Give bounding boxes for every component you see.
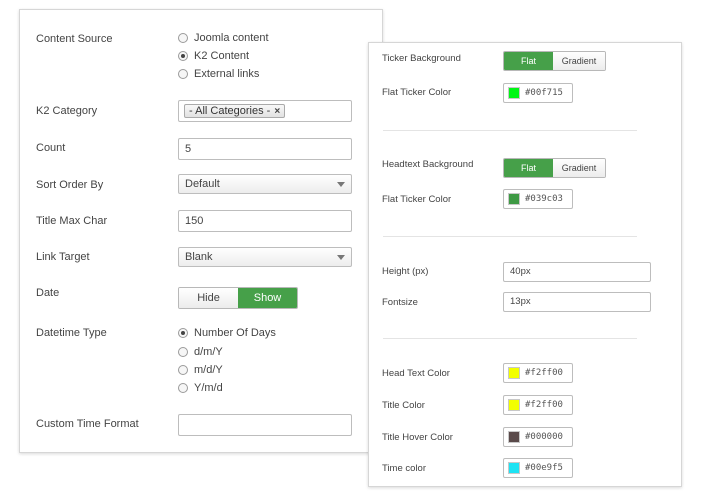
- flat-ticker-color-field[interactable]: #00f715: [503, 83, 573, 103]
- color-swatch: [508, 431, 520, 443]
- color-swatch: [508, 462, 520, 474]
- fontsize-input[interactable]: 13px: [503, 292, 651, 312]
- k2-category-multiselect[interactable]: - All Categories - ×: [178, 100, 352, 122]
- radio-icon: [178, 33, 188, 43]
- sort-order-label: Sort Order By: [36, 179, 104, 191]
- fontsize-label: Fontsize: [382, 297, 418, 308]
- ticker-flat-button[interactable]: Flat: [504, 52, 554, 70]
- flat-ticker-color-field-2[interactable]: #039c03: [503, 189, 573, 209]
- date-show-button[interactable]: Show: [238, 288, 297, 308]
- ticker-background-label: Ticker Background: [382, 53, 461, 64]
- color-swatch: [508, 193, 520, 205]
- title-max-char-label: Title Max Char: [36, 215, 108, 227]
- divider: [383, 338, 637, 339]
- color-swatch: [508, 87, 520, 99]
- title-color-label: Title Color: [382, 400, 425, 411]
- time-color-label: Time color: [382, 463, 426, 474]
- time-color-field[interactable]: #00e9f5: [503, 458, 573, 478]
- radio-icon: [178, 69, 188, 79]
- radio-external-links[interactable]: External links: [178, 68, 259, 80]
- radio-mdy[interactable]: m/d/Y: [178, 364, 223, 376]
- content-settings-panel: Content Source Joomla content K2 Content…: [19, 9, 383, 453]
- flat-ticker-color-label-2: Flat Ticker Color: [382, 194, 452, 205]
- custom-time-format-label: Custom Time Format: [36, 418, 139, 430]
- radio-k2-content[interactable]: K2 Content: [178, 50, 249, 62]
- divider: [383, 130, 637, 131]
- chevron-down-icon: [337, 255, 345, 260]
- remove-tag-icon[interactable]: ×: [274, 106, 280, 117]
- radio-icon: [178, 383, 188, 393]
- radio-number-of-days[interactable]: Number Of Days: [178, 327, 276, 339]
- height-label: Height (px): [382, 266, 429, 277]
- custom-time-format-input[interactable]: [178, 414, 352, 436]
- category-tag: - All Categories - ×: [184, 104, 286, 118]
- title-hover-color-label: Title Hover Color: [382, 432, 453, 443]
- headtext-gradient-button[interactable]: Gradient: [553, 159, 605, 177]
- title-max-char-input[interactable]: 150: [178, 210, 352, 232]
- ticker-background-toggle: Flat Gradient: [503, 51, 606, 71]
- radio-ymd[interactable]: Y/m/d: [178, 382, 223, 394]
- headtext-background-toggle: Flat Gradient: [503, 158, 606, 178]
- color-swatch: [508, 367, 520, 379]
- radio-dmy[interactable]: d/m/Y: [178, 346, 223, 358]
- head-text-color-label: Head Text Color: [382, 368, 450, 379]
- count-label: Count: [36, 142, 66, 154]
- datetime-type-label: Datetime Type: [36, 327, 107, 339]
- content-source-label: Content Source: [36, 33, 113, 45]
- divider: [383, 236, 637, 237]
- radio-icon: [178, 347, 188, 357]
- k2-category-label: K2 Category: [36, 105, 98, 117]
- chevron-down-icon: [337, 182, 345, 187]
- link-target-select[interactable]: Blank: [178, 247, 352, 267]
- date-label: Date: [36, 287, 60, 299]
- height-input[interactable]: 40px: [503, 262, 651, 282]
- date-hide-button[interactable]: Hide: [179, 288, 238, 308]
- link-target-label: Link Target: [36, 251, 90, 263]
- sort-order-select[interactable]: Default: [178, 174, 352, 194]
- radio-checked-icon: [178, 51, 188, 61]
- headtext-background-label: Headtext Background: [382, 159, 474, 170]
- headtext-flat-button[interactable]: Flat: [504, 159, 554, 177]
- radio-joomla-content[interactable]: Joomla content: [178, 32, 269, 44]
- date-toggle: Hide Show: [178, 287, 298, 309]
- flat-ticker-color-label: Flat Ticker Color: [382, 87, 452, 98]
- radio-icon: [178, 365, 188, 375]
- title-hover-color-field[interactable]: #000000: [503, 427, 573, 447]
- radio-checked-icon: [178, 328, 188, 338]
- color-swatch: [508, 399, 520, 411]
- ticker-gradient-button[interactable]: Gradient: [553, 52, 605, 70]
- title-color-field[interactable]: #f2ff00: [503, 395, 573, 415]
- head-text-color-field[interactable]: #f2ff00: [503, 363, 573, 383]
- style-settings-panel: Ticker Background Flat Gradient Flat Tic…: [368, 42, 682, 487]
- count-input[interactable]: 5: [178, 138, 352, 160]
